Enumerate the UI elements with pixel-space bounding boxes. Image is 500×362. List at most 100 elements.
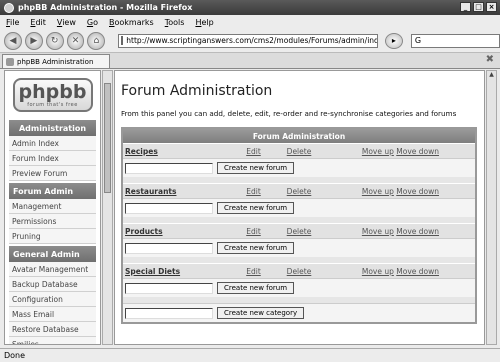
create-forum-row: Create new forum [123,278,475,297]
search-box[interactable]: G [410,33,500,48]
sidebar-item-avatar-management[interactable]: Avatar Management [9,262,96,277]
create-new-forum-button[interactable]: Create new forum [217,242,295,254]
sidebar-item-management[interactable]: Management [9,199,96,214]
maximize-button[interactable]: □ [473,2,484,12]
new-forum-name-input[interactable] [125,242,213,254]
create-forum-row: Create new forum [123,198,475,217]
create-new-forum-button[interactable]: Create new forum [217,202,295,214]
move-links: Move up Move down [327,147,439,156]
sidebar-scroll-thumb[interactable] [104,83,111,193]
edit-link[interactable]: Edit [236,147,271,156]
sidebar-item-preview-forum[interactable]: Preview Forum [9,166,96,181]
forward-icon[interactable]: ▶ [24,31,43,50]
stop-icon[interactable]: ✕ [66,31,85,50]
new-forum-name-input[interactable] [125,202,213,214]
close-button[interactable]: × [486,2,497,12]
menu-edit[interactable]: Edit [30,18,46,27]
move-down-link[interactable]: Move down [396,227,439,236]
new-forum-name-input[interactable] [125,162,213,174]
reload-icon[interactable]: ↻ [45,31,64,50]
status-bar: Done [0,348,500,362]
sidebar-item-configuration[interactable]: Configuration [9,292,96,307]
move-links: Move up Move down [327,227,439,236]
create-forum-row: Create new forum [123,238,475,257]
create-forum-row: Create new forum [123,158,475,177]
status-text: Done [4,351,26,360]
sidebar-item-permissions[interactable]: Permissions [9,214,96,229]
category-name-link[interactable]: Recipes [123,147,236,156]
tab-favicon-icon [6,57,14,66]
edit-link[interactable]: Edit [236,187,271,196]
category-row-special-diets: Special Diets Edit Delete Move up Move d… [123,263,475,278]
minimize-button[interactable]: _ [460,2,471,12]
page-intro: From this panel you can add, delete, edi… [121,109,457,118]
address-bar[interactable]: http://www.scriptinganswers.com/cms2/mod… [118,33,378,48]
delete-link[interactable]: Delete [271,227,327,236]
sidebar-header-general-admin: General Admin [9,246,96,262]
sidebar-item-backup-database[interactable]: Backup Database [9,277,96,292]
address-text: http://www.scriptinganswers.com/cms2/mod… [126,36,378,45]
go-button[interactable]: ▸ [384,32,403,49]
scroll-up-icon[interactable]: ▲ [487,71,496,81]
category-row-restaurants: Restaurants Edit Delete Move up Move dow… [123,183,475,198]
menu-bookmarks[interactable]: Bookmarks [109,18,154,27]
navigation-toolbar: ◀ ▶ ↻ ✕ ⌂ http://www.scriptinganswers.co… [0,29,500,53]
tab-label: phpBB Administration [17,57,94,66]
move-up-link[interactable]: Move up [362,147,394,156]
close-tab-icon[interactable]: ✖ [486,54,494,65]
home-icon[interactable]: ⌂ [87,31,106,50]
main-content: Forum Administration From this panel you… [114,70,485,345]
menu-tools[interactable]: Tools [165,18,185,27]
main-scrollbar[interactable]: ▲ [486,70,497,345]
sidebar-item-pruning[interactable]: Pruning [9,229,96,244]
table-header: Forum Administration [123,129,475,143]
category-name-link[interactable]: Products [123,227,236,236]
category-row-products: Products Edit Delete Move up Move down [123,223,475,238]
sidebar-item-forum-index[interactable]: Forum Index [9,151,96,166]
move-up-link[interactable]: Move up [362,227,394,236]
delete-link[interactable]: Delete [271,267,327,276]
create-new-category-button[interactable]: Create new category [217,307,305,319]
move-down-link[interactable]: Move down [396,187,439,196]
new-category-name-input[interactable] [125,307,213,319]
menu-file[interactable]: File [6,18,19,27]
move-down-link[interactable]: Move down [396,147,439,156]
firefox-icon [4,2,14,13]
back-icon[interactable]: ◀ [4,31,22,50]
sidebar-item-admin-index[interactable]: Admin Index [9,136,96,151]
menu-help[interactable]: Help [195,18,213,27]
move-up-link[interactable]: Move up [362,187,394,196]
delete-link[interactable]: Delete [271,147,327,156]
logo-text: phpbb [18,80,87,103]
category-name-link[interactable]: Special Diets [123,267,236,276]
google-icon: G [414,36,422,45]
category-name-link[interactable]: Restaurants [123,187,236,196]
sidebar-scrollbar[interactable] [102,70,113,345]
create-new-forum-button[interactable]: Create new forum [217,282,295,294]
new-forum-name-input[interactable] [125,282,213,294]
sidebar-header-administration: Administration [9,120,96,136]
edit-link[interactable]: Edit [236,267,271,276]
category-row-recipes: Recipes Edit Delete Move up Move down [123,143,475,158]
edit-link[interactable]: Edit [236,227,271,236]
window-titlebar: phpBB Administration - Mozilla Firefox _… [0,0,500,15]
page-icon [121,36,124,45]
sidebar-item-mass-email[interactable]: Mass Email [9,307,96,322]
move-down-link[interactable]: Move down [396,267,439,276]
logo-area: phpbb forum that's free [5,71,100,118]
move-links: Move up Move down [327,267,439,276]
sidebar-item-smilies[interactable]: Smilies [9,337,96,344]
move-links: Move up Move down [327,187,439,196]
sidebar-header-forum-admin: Forum Admin [9,183,96,199]
phpbb-logo[interactable]: phpbb forum that's free [12,77,93,112]
menu-bar: File Edit View Go Bookmarks Tools Help [0,15,500,29]
move-up-link[interactable]: Move up [362,267,394,276]
admin-sidebar: phpbb forum that's free Administration A… [4,70,101,345]
create-new-forum-button[interactable]: Create new forum [217,162,295,174]
menu-go[interactable]: Go [87,18,98,27]
tab-bar: phpBB Administration ✖ [0,53,500,69]
delete-link[interactable]: Delete [271,187,327,196]
menu-view[interactable]: View [57,18,76,27]
tab-phpbb-administration[interactable]: phpBB Administration [2,54,110,68]
sidebar-item-restore-database[interactable]: Restore Database [9,322,96,337]
